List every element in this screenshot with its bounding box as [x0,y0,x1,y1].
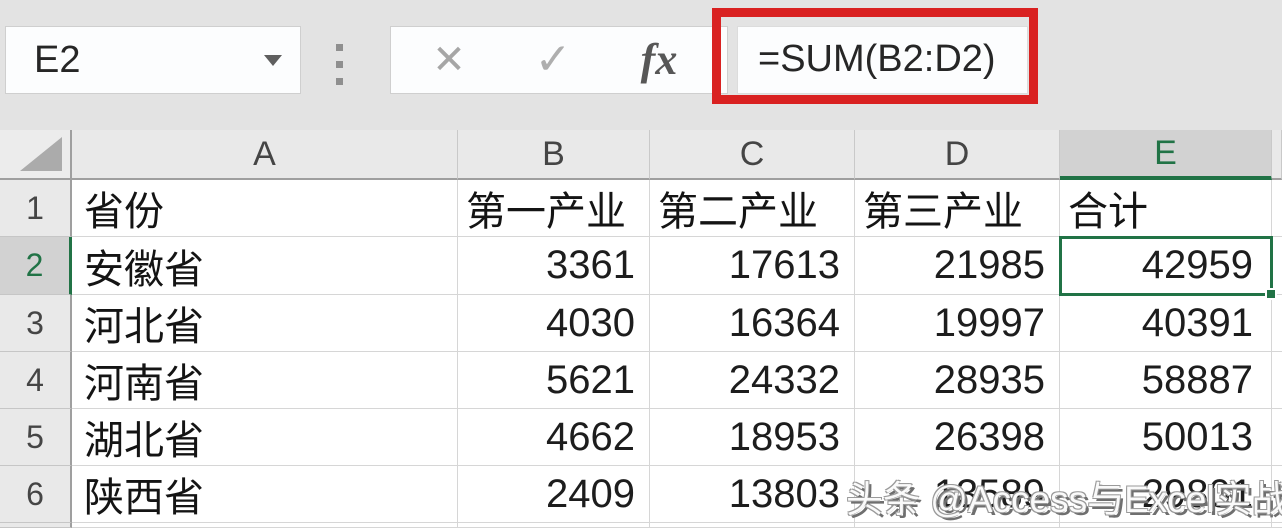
column-header-c[interactable]: C [650,130,855,180]
cell-A6[interactable]: 陕西省 [72,466,458,523]
cell-B1[interactable]: 第一产业 [458,180,650,237]
table-row: 3 河北省 4030 16364 19997 40391 [0,295,1282,352]
cell-sliver [1272,295,1282,352]
cell-E3[interactable]: 40391 [1060,295,1272,352]
cell-E1[interactable]: 合计 [1060,180,1272,237]
row-header-1[interactable]: 1 [0,180,72,237]
cell-sliver [1272,237,1282,295]
formula-toolbar: ✕ ✓ fx [390,26,728,94]
cell-C2[interactable]: 17613 [650,237,855,295]
column-header-a[interactable]: A [72,130,458,180]
cell-sliver [1272,352,1282,409]
row-header-4[interactable]: 4 [0,352,72,409]
cell-B4[interactable]: 5621 [458,352,650,409]
cell-sliver [1272,409,1282,466]
cell-E2-selected[interactable]: 42959 [1060,237,1272,295]
column-header-e[interactable]: E [1060,130,1272,180]
row-header-6[interactable]: 6 [0,466,72,523]
cell-C1[interactable]: 第二产业 [650,180,855,237]
separator-dots-icon [336,44,343,85]
enter-icon[interactable]: ✓ [523,27,583,93]
row-header-3[interactable]: 3 [0,295,72,352]
cell-sliver [1272,466,1282,523]
highlight-box [712,8,1038,104]
cell-A4[interactable]: 河南省 [72,352,458,409]
cell-D4[interactable]: 28935 [855,352,1060,409]
column-header-row: A B C D E [0,130,1282,180]
row-header-5[interactable]: 5 [0,409,72,466]
insert-function-icon[interactable]: fx [629,27,689,93]
row-header-2[interactable]: 2 [0,237,72,295]
row-header-7-partial[interactable] [0,523,72,528]
cell-D1[interactable]: 第三产业 [855,180,1060,237]
cell-C6[interactable]: 13803 [650,466,855,523]
name-box-dropdown-icon[interactable] [264,55,282,66]
cell-A3[interactable]: 河北省 [72,295,458,352]
cell-E5[interactable]: 50013 [1060,409,1272,466]
table-row: 6 陕西省 2409 13803 13589 29801 [0,466,1282,523]
cancel-icon[interactable]: ✕ [419,27,479,93]
spreadsheet-grid: A B C D E 1 省份 第一产业 第二产业 第三产业 合计 2 安徽省 3… [0,130,1282,528]
excel-window: E2 ✕ ✓ fx =SUM(B2:D2) A B C D E 1 省份 第一产… [0,0,1282,528]
name-box[interactable]: E2 [5,26,301,94]
cell-sliver [1272,180,1282,237]
cell-D2[interactable]: 21985 [855,237,1060,295]
cell-B5[interactable]: 4662 [458,409,650,466]
select-all-button[interactable] [0,130,72,180]
cell-E4[interactable]: 58887 [1060,352,1272,409]
cell-C5[interactable]: 18953 [650,409,855,466]
cell-C3[interactable]: 16364 [650,295,855,352]
column-header-b[interactable]: B [458,130,650,180]
table-row: 1 省份 第一产业 第二产业 第三产业 合计 [0,180,1282,237]
column-header-d[interactable]: D [855,130,1060,180]
select-all-triangle-icon [20,137,62,171]
cell-D5[interactable]: 26398 [855,409,1060,466]
name-box-value: E2 [34,39,81,81]
cell-C4[interactable]: 24332 [650,352,855,409]
cell-B2[interactable]: 3361 [458,237,650,295]
cell-A1[interactable]: 省份 [72,180,458,237]
cell-D3[interactable]: 19997 [855,295,1060,352]
column-header-sliver [1272,130,1282,180]
cell-B6[interactable]: 2409 [458,466,650,523]
table-row: 4 河南省 5621 24332 28935 58887 [0,352,1282,409]
cell-A2[interactable]: 安徽省 [72,237,458,295]
cell-E6[interactable]: 29801 [1060,466,1272,523]
cell-B3[interactable]: 4030 [458,295,650,352]
cell-A5[interactable]: 湖北省 [72,409,458,466]
table-row-partial [0,523,1282,528]
table-row: 2 安徽省 3361 17613 21985 42959 [0,237,1282,295]
formula-bar-area: E2 ✕ ✓ fx =SUM(B2:D2) [0,0,1282,130]
table-row: 5 湖北省 4662 18953 26398 50013 [0,409,1282,466]
cell-D6[interactable]: 13589 [855,466,1060,523]
